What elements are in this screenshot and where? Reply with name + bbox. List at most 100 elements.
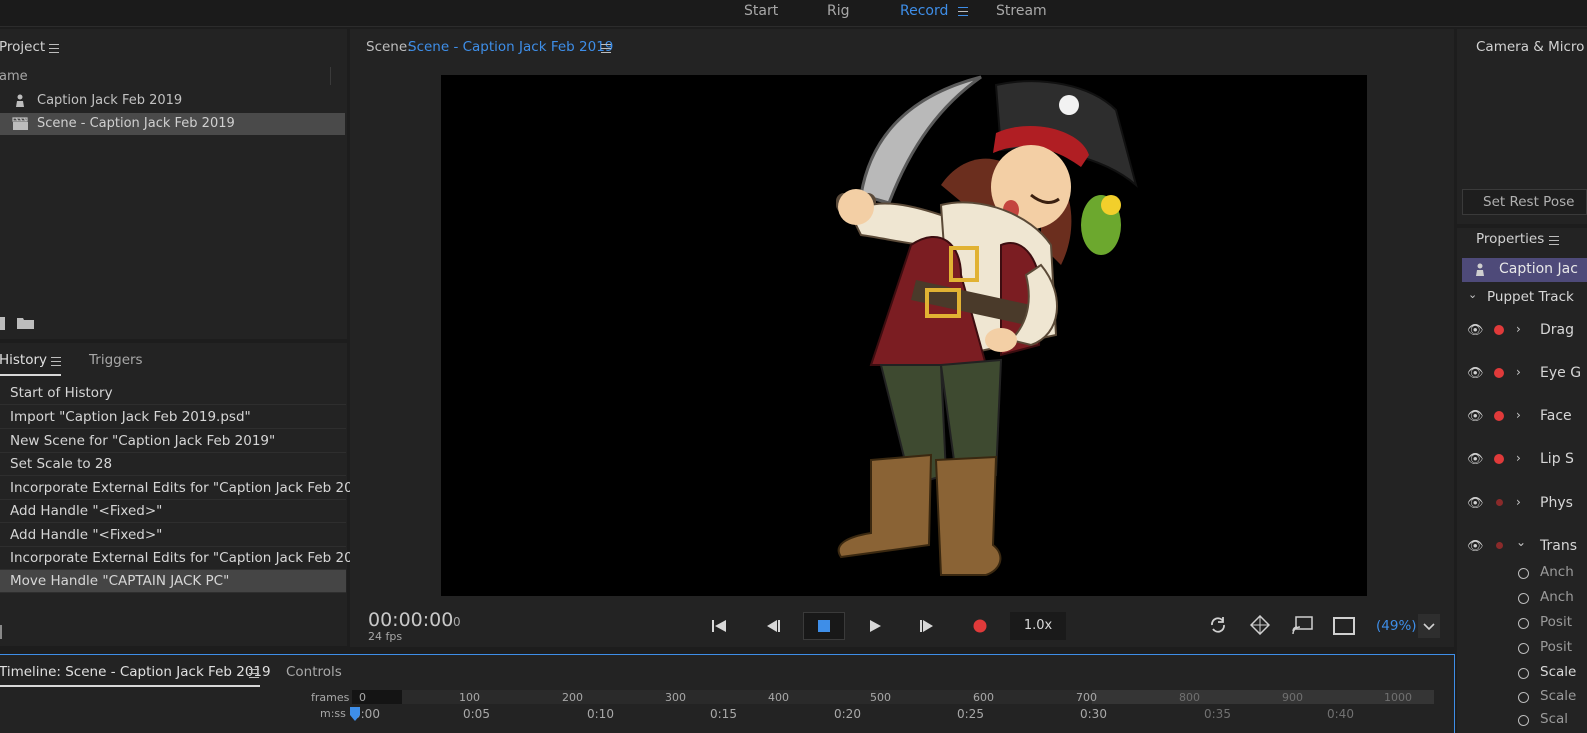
- behavior-row-face[interactable]: 👁 › Face: [1462, 408, 1587, 448]
- keyframe-circle-icon[interactable]: [1518, 593, 1529, 604]
- time-tick-label: 0:10: [587, 707, 614, 721]
- keyframe-circle-icon[interactable]: [1518, 643, 1529, 654]
- properties-menu-icon[interactable]: [1549, 236, 1559, 245]
- workspace-tab-stream[interactable]: Stream: [996, 3, 1047, 19]
- folder-icon[interactable]: [16, 316, 35, 330]
- chevron-right-icon[interactable]: ›: [1516, 322, 1521, 336]
- workspace-tab-rig[interactable]: Rig: [827, 3, 850, 19]
- behavior-row-lip-sync[interactable]: 👁 › Lip S: [1462, 451, 1587, 491]
- record-arm-icon[interactable]: [1494, 411, 1504, 421]
- time-ruler[interactable]: [352, 705, 1434, 733]
- param-anchor-x[interactable]: Anch: [1518, 564, 1587, 586]
- step-forward-button[interactable]: [912, 612, 942, 640]
- record-menu-icon[interactable]: [958, 7, 968, 16]
- behavior-row-physics[interactable]: 👁 › Phys: [1462, 495, 1587, 535]
- chevron-right-icon[interactable]: ›: [1516, 451, 1521, 465]
- step-back-icon: [767, 620, 780, 632]
- workspace-tab-start[interactable]: Start: [744, 3, 778, 19]
- puppet-name-bar[interactable]: Caption Jac: [1462, 258, 1587, 282]
- record-button[interactable]: [965, 612, 995, 640]
- zoom-level[interactable]: (49%): [1376, 618, 1417, 634]
- record-arm-icon[interactable]: [1496, 499, 1503, 506]
- puppet-icon: [1476, 263, 1484, 276]
- history-row[interactable]: Import "Caption Jack Feb 2019.psd": [0, 406, 346, 429]
- loop-icon[interactable]: [1209, 616, 1227, 634]
- stop-button[interactable]: [803, 612, 845, 640]
- chevron-right-icon[interactable]: ›: [1516, 495, 1521, 509]
- history-row-label: Move Handle "CAPTAIN JACK PC": [10, 573, 230, 589]
- history-row[interactable]: Incorporate External Edits for "Caption …: [0, 477, 376, 500]
- zoom-dropdown[interactable]: [1418, 614, 1440, 638]
- eye-icon[interactable]: 👁: [1467, 452, 1484, 468]
- frame-tick-label: 800: [1179, 691, 1200, 704]
- eye-icon[interactable]: 👁: [1467, 366, 1484, 382]
- scene-stage[interactable]: [441, 75, 1367, 596]
- eye-icon[interactable]: 👁: [1467, 496, 1484, 512]
- param-scale-y[interactable]: Scal: [1518, 711, 1587, 733]
- eye-icon[interactable]: 👁: [1467, 323, 1484, 339]
- param-scale-x[interactable]: Scale: [1518, 688, 1587, 710]
- param-anchor-y[interactable]: Anch: [1518, 589, 1587, 611]
- tab-triggers[interactable]: Triggers: [89, 352, 143, 368]
- history-row[interactable]: Add Handle "<Fixed>": [0, 500, 346, 523]
- tab-controls[interactable]: Controls: [286, 664, 342, 680]
- behavior-row-dragger[interactable]: 👁 › Drag: [1462, 322, 1587, 362]
- playback-speed[interactable]: 1.0x: [1010, 612, 1066, 640]
- playhead-icon[interactable]: [348, 707, 362, 725]
- keyframe-circle-icon[interactable]: [1518, 618, 1529, 629]
- history-menu-icon[interactable]: [51, 357, 61, 366]
- history-row[interactable]: Start of History: [0, 382, 346, 405]
- scene-menu-icon[interactable]: [601, 44, 611, 53]
- fps-label: 24 fps: [368, 630, 403, 643]
- record-arm-icon[interactable]: [1494, 368, 1504, 378]
- project-item-scene[interactable]: Scene - Caption Jack Feb 2019: [0, 113, 345, 135]
- param-position-x[interactable]: Posit: [1518, 614, 1587, 636]
- chevron-down-icon[interactable]: ⌄: [1516, 535, 1526, 549]
- step-forward-icon: [920, 620, 933, 632]
- keyframe-circle-icon[interactable]: [1518, 692, 1529, 703]
- frames-ruler[interactable]: [352, 690, 1434, 704]
- record-arm-icon[interactable]: [1494, 454, 1504, 464]
- history-row-label: Add Handle "<Fixed>": [10, 527, 163, 543]
- stage-size-icon[interactable]: [1333, 617, 1355, 635]
- set-rest-pose-button[interactable]: Set Rest Pose: [1462, 189, 1587, 215]
- history-row-selected[interactable]: Move Handle "CAPTAIN JACK PC": [0, 570, 346, 593]
- workspace-tab-record[interactable]: Record: [900, 3, 948, 19]
- behavior-label: Eye G: [1540, 365, 1582, 381]
- step-back-button[interactable]: [758, 612, 788, 640]
- behavior-row-eye-gaze[interactable]: 👁 › Eye G: [1462, 365, 1587, 405]
- keyframe-circle-icon[interactable]: [1518, 568, 1529, 579]
- tab-history[interactable]: History: [0, 352, 47, 368]
- history-row[interactable]: Set Scale to 28: [0, 453, 346, 476]
- eye-icon[interactable]: 👁: [1467, 409, 1484, 425]
- scene-name[interactable]: Scene - Caption Jack Feb 2019: [408, 39, 613, 55]
- scrollbar-handle[interactable]: [0, 625, 2, 639]
- column-divider[interactable]: [330, 67, 331, 85]
- record-arm-icon[interactable]: [1494, 325, 1504, 335]
- time-tick-label: 0:15: [710, 707, 737, 721]
- param-scale[interactable]: Scale: [1518, 664, 1587, 686]
- chevron-right-icon[interactable]: ›: [1516, 365, 1521, 379]
- pirate-puppet-artwork[interactable]: [441, 75, 1367, 596]
- play-button[interactable]: [860, 612, 890, 640]
- keyframe-circle-icon[interactable]: [1518, 715, 1529, 726]
- puppet-track-section[interactable]: ⌄ Puppet Track: [1462, 286, 1587, 308]
- stream-output-icon[interactable]: [1292, 615, 1314, 635]
- go-to-start-button[interactable]: [704, 612, 734, 640]
- history-row[interactable]: New Scene for "Caption Jack Feb 2019": [0, 430, 346, 453]
- keyframe-circle-icon[interactable]: [1518, 668, 1529, 679]
- timeline-menu-icon[interactable]: [249, 669, 259, 678]
- tab-timeline[interactable]: Timeline: Scene - Caption Jack Feb 2019: [0, 664, 271, 680]
- param-position-y[interactable]: Posit: [1518, 639, 1587, 661]
- history-row[interactable]: Add Handle "<Fixed>": [0, 524, 346, 547]
- record-arm-icon[interactable]: [1496, 542, 1503, 549]
- history-panel: History Triggers Start of History Import…: [0, 343, 376, 646]
- history-row[interactable]: Incorporate External Edits for "Caption …: [0, 547, 376, 570]
- project-menu-icon[interactable]: [49, 44, 59, 53]
- name-column-header[interactable]: ame: [0, 69, 28, 84]
- physics-icon[interactable]: [1250, 615, 1270, 635]
- chevron-right-icon[interactable]: ›: [1516, 408, 1521, 422]
- project-item-puppet[interactable]: Caption Jack Feb 2019: [0, 90, 345, 112]
- new-item-icon[interactable]: [0, 315, 6, 331]
- eye-icon[interactable]: 👁: [1467, 539, 1484, 555]
